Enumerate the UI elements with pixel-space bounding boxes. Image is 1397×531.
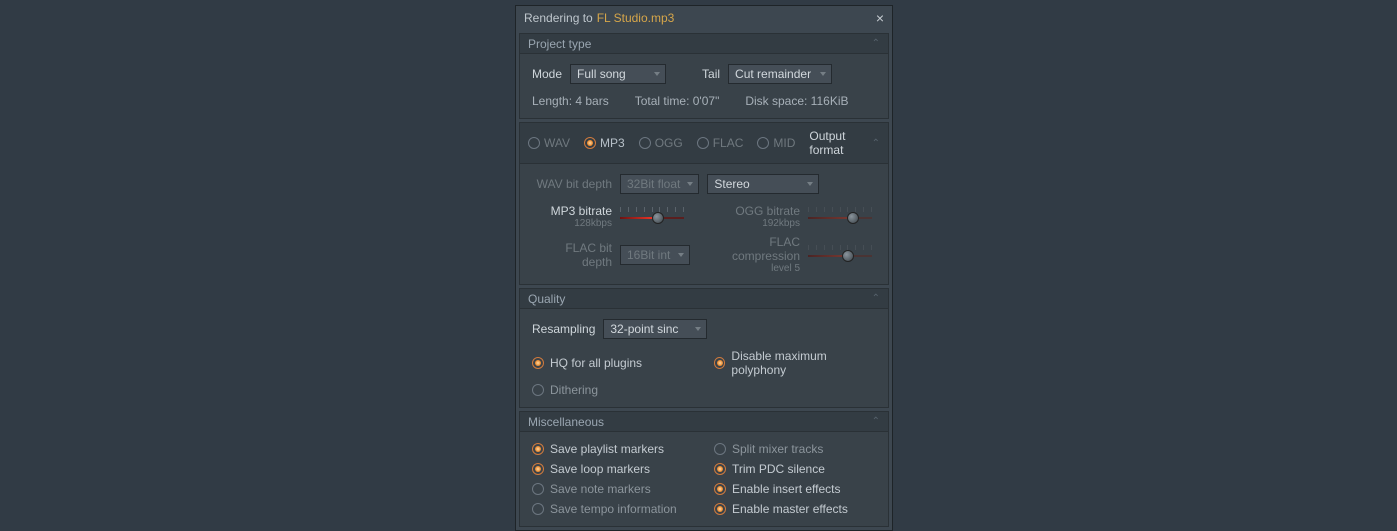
section-title: Project type bbox=[528, 37, 591, 51]
format-wav[interactable]: WAV bbox=[528, 136, 570, 150]
option-enable-insert[interactable]: Enable insert effects bbox=[714, 482, 876, 496]
length-value: Length: 4 bars bbox=[532, 94, 609, 108]
flac-comp-label: FLAC compression bbox=[714, 235, 800, 263]
flac-depth-label: FLAC bit depth bbox=[532, 241, 612, 269]
format-selector: WAV MP3 OGG FLAC MID Output format ⌃ bbox=[520, 123, 888, 164]
section-header-misc[interactable]: Miscellaneous ⌃ bbox=[520, 412, 888, 432]
format-mp3[interactable]: MP3 bbox=[584, 136, 625, 150]
mp3-bitrate-label: MP3 bitrate bbox=[532, 204, 612, 218]
flac-comp-value: level 5 bbox=[714, 263, 800, 274]
ogg-bitrate-label: OGG bitrate bbox=[714, 204, 800, 218]
option-disable-polyphony[interactable]: Disable maximum polyphony bbox=[714, 349, 876, 377]
render-dialog: Rendering to FL Studio.mp3 × Project typ… bbox=[515, 5, 893, 531]
section-output: WAV MP3 OGG FLAC MID Output format ⌃ WAV… bbox=[519, 122, 889, 285]
section-title: Miscellaneous bbox=[528, 415, 604, 429]
resampling-label: Resampling bbox=[532, 322, 595, 336]
option-dithering[interactable]: Dithering bbox=[532, 383, 694, 397]
resampling-dropdown[interactable]: 32-point sinc bbox=[603, 319, 707, 339]
output-format-label: Output format bbox=[809, 129, 861, 157]
format-mid[interactable]: MID bbox=[757, 136, 795, 150]
section-misc: Miscellaneous ⌃ Save playlist markers Sp… bbox=[519, 411, 889, 527]
close-icon[interactable]: × bbox=[876, 11, 884, 25]
tail-label: Tail bbox=[702, 67, 720, 81]
ogg-bitrate-control: OGG bitrate 192kbps bbox=[714, 204, 876, 229]
section-project: Project type ⌃ Mode Full song Tail Cut r… bbox=[519, 33, 889, 119]
mode-label: Mode bbox=[532, 67, 562, 81]
option-hq-plugins[interactable]: HQ for all plugins bbox=[532, 349, 694, 377]
chevron-up-icon: ⌃ bbox=[872, 416, 880, 427]
ogg-bitrate-value: 192kbps bbox=[714, 218, 800, 229]
mp3-bitrate-slider[interactable] bbox=[620, 207, 684, 227]
option-save-note[interactable]: Save note markers bbox=[532, 482, 694, 496]
flac-depth-dropdown[interactable]: 16Bit int bbox=[620, 245, 690, 265]
title-filename: FL Studio.mp3 bbox=[597, 11, 675, 25]
section-quality: Quality ⌃ Resampling 32-point sinc HQ fo… bbox=[519, 288, 889, 408]
flac-compression-control: FLAC compression level 5 bbox=[714, 235, 876, 274]
total-time-value: Total time: 0'07" bbox=[635, 94, 720, 108]
option-split-mixer[interactable]: Split mixer tracks bbox=[714, 442, 876, 456]
wav-depth-label: WAV bit depth bbox=[532, 177, 612, 191]
channels-dropdown[interactable]: Stereo bbox=[707, 174, 819, 194]
section-title: Quality bbox=[528, 292, 565, 306]
format-ogg[interactable]: OGG bbox=[639, 136, 683, 150]
chevron-up-icon: ⌃ bbox=[872, 293, 880, 304]
title-prefix: Rendering to bbox=[524, 11, 593, 25]
section-header-quality[interactable]: Quality ⌃ bbox=[520, 289, 888, 309]
chevron-up-icon: ⌃ bbox=[872, 138, 880, 149]
format-flac[interactable]: FLAC bbox=[697, 136, 744, 150]
disk-space-value: Disk space: 116KiB bbox=[745, 94, 848, 108]
flac-compression-slider[interactable] bbox=[808, 245, 872, 265]
ogg-bitrate-slider[interactable] bbox=[808, 207, 872, 227]
tail-dropdown[interactable]: Cut remainder bbox=[728, 64, 832, 84]
mode-dropdown[interactable]: Full song bbox=[570, 64, 666, 84]
option-enable-master[interactable]: Enable master effects bbox=[714, 502, 876, 516]
option-trim-pdc[interactable]: Trim PDC silence bbox=[714, 462, 876, 476]
wav-depth-dropdown[interactable]: 32Bit float bbox=[620, 174, 699, 194]
section-header-project[interactable]: Project type ⌃ bbox=[520, 34, 888, 54]
chevron-up-icon: ⌃ bbox=[872, 38, 880, 49]
titlebar[interactable]: Rendering to FL Studio.mp3 × bbox=[516, 6, 892, 30]
option-save-playlist[interactable]: Save playlist markers bbox=[532, 442, 694, 456]
option-save-tempo[interactable]: Save tempo information bbox=[532, 502, 694, 516]
mp3-bitrate-value: 128kbps bbox=[532, 218, 612, 229]
mp3-bitrate-control: MP3 bitrate 128kbps bbox=[532, 204, 694, 229]
option-save-loop[interactable]: Save loop markers bbox=[532, 462, 694, 476]
flac-depth-control: FLAC bit depth 16Bit int bbox=[532, 235, 694, 274]
